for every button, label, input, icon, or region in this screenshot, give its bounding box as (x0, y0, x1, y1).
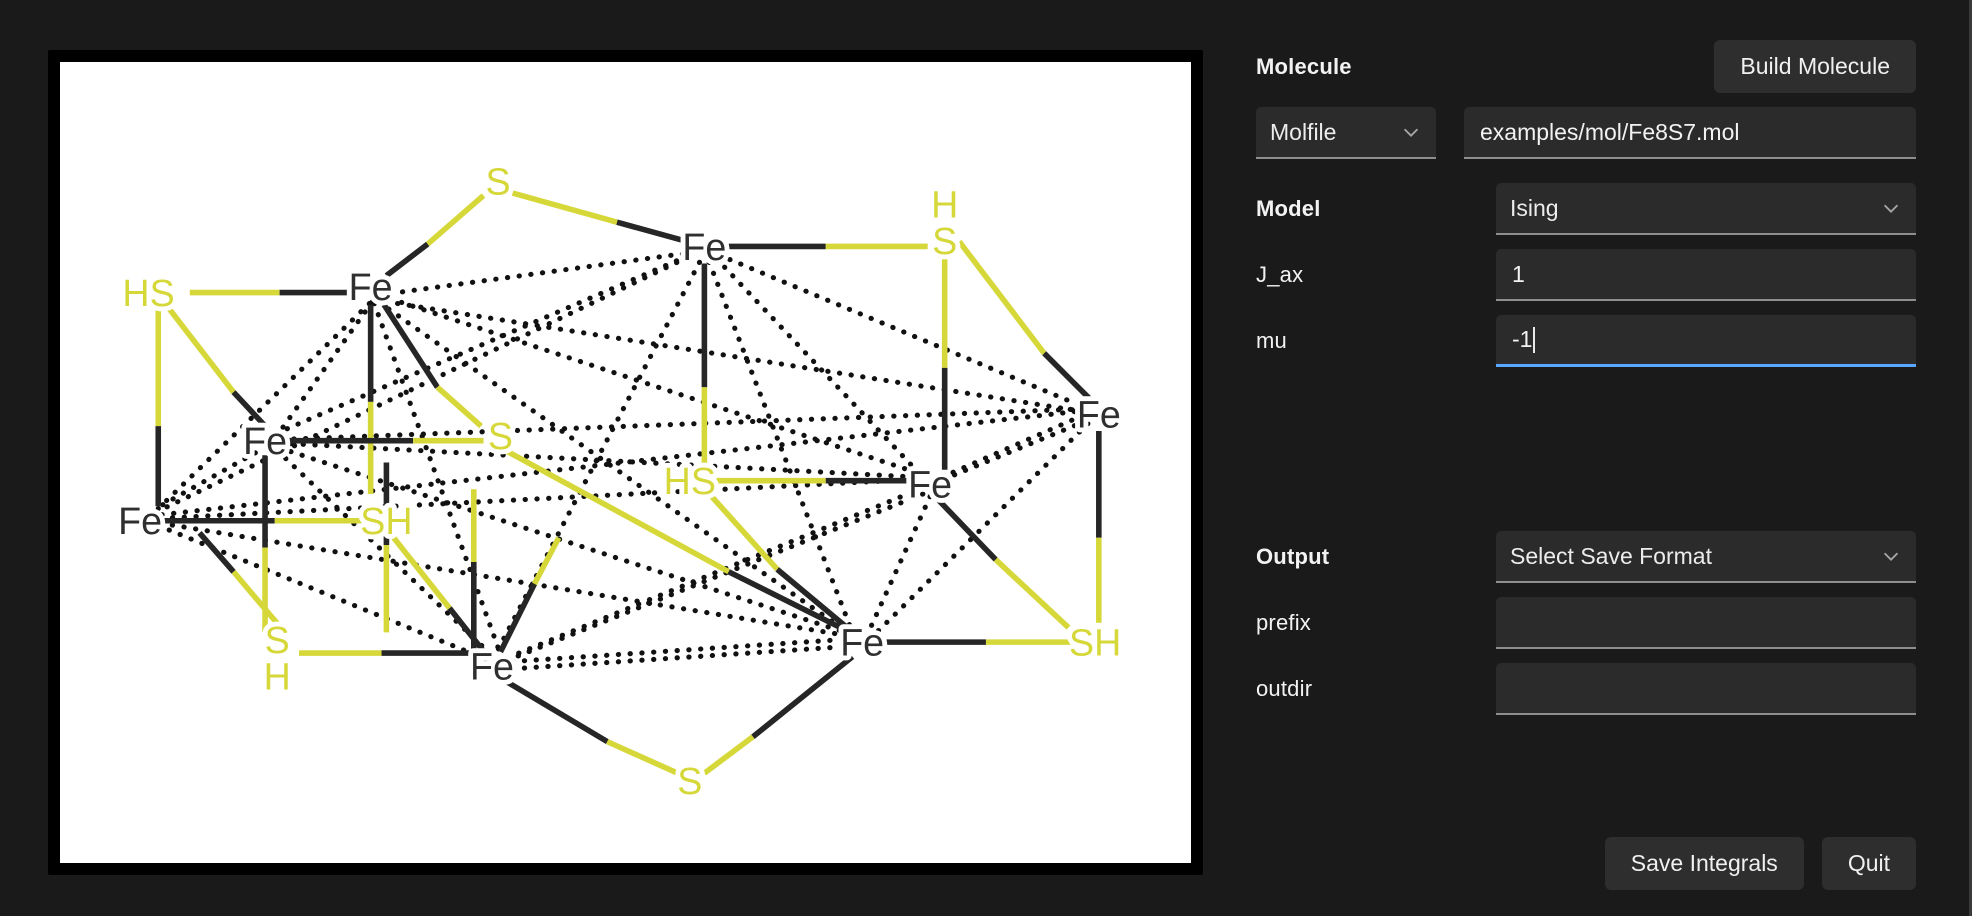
atom-label-sh_botl: H (264, 655, 291, 697)
coupling-edges (153, 251, 1091, 672)
param-input-mu[interactable]: -1 (1496, 315, 1916, 367)
output-section-label: Output (1256, 544, 1330, 569)
atom-label-fe2: Fe (682, 226, 726, 268)
atom-label-fe5: Fe (908, 464, 952, 506)
bond-edges (155, 190, 1102, 776)
model-select-value: Ising (1510, 194, 1559, 221)
model-row: Model Ising (1256, 183, 1916, 235)
output-row-prefix: prefix (1256, 597, 1916, 649)
molecule-path-value: examples/mol/Fe8S7.mol (1480, 118, 1740, 145)
molecule-source-value: Molfile (1270, 118, 1337, 145)
chevron-down-icon (1880, 545, 1902, 567)
param-input-j-ax[interactable]: 1 (1496, 249, 1916, 301)
atom-label-sh_midl: SH (360, 500, 412, 542)
output-input-prefix[interactable] (1496, 597, 1916, 649)
model-select[interactable]: Ising (1496, 183, 1916, 235)
atom-label-s_top: S (486, 160, 511, 202)
atom-label-sh_rightb: SH (1069, 621, 1121, 663)
molecule-section-label: Molecule (1256, 53, 1352, 79)
param-label-j-ax: J_ax (1256, 262, 1304, 287)
text-caret (1533, 326, 1536, 353)
molecule-source-select[interactable]: Molfile (1256, 107, 1436, 159)
molecule-canvas[interactable]: .bS { stroke:#d6d83a; stroke-width:4.6; … (60, 62, 1191, 863)
molecule-canvas-frame: .bS { stroke:#d6d83a; stroke-width:4.6; … (48, 50, 1203, 875)
param-row-mu: mu -1 (1256, 315, 1916, 367)
model-section-label: Model (1256, 196, 1321, 221)
molecule-path-input[interactable]: examples/mol/Fe8S7.mol (1464, 107, 1916, 159)
quit-button[interactable]: Quit (1821, 837, 1916, 890)
output-row: Output Select Save Format (1256, 531, 1916, 583)
atom-label-fe6: Fe (1077, 393, 1121, 435)
action-buttons: Save Integrals Quit (1604, 837, 1916, 890)
atom-label-fe7: Fe (470, 646, 514, 688)
control-panel: Molecule Build Molecule Molfile examples… (1212, 0, 1972, 916)
atom-label-s_bottom: S (677, 760, 702, 802)
atom-label-fe1: Fe (349, 266, 393, 308)
param-label-mu: mu (1256, 328, 1287, 353)
chevron-down-icon (1880, 197, 1902, 219)
atom-label-fe3: Fe (243, 420, 287, 462)
output-row-outdir: outdir (1256, 663, 1916, 715)
atom-label-hs_left: HS (122, 272, 174, 314)
app-window: .bS { stroke:#d6d83a; stroke-width:4.6; … (0, 0, 1972, 916)
save-format-select[interactable]: Select Save Format (1496, 531, 1916, 583)
param-value-mu: -1 (1512, 326, 1533, 352)
molecule-header-row: Molecule Build Molecule (1256, 40, 1916, 93)
molecule-source-row: Molfile examples/mol/Fe8S7.mol (1256, 107, 1916, 159)
chevron-down-icon (1400, 121, 1422, 143)
build-molecule-button[interactable]: Build Molecule (1714, 40, 1916, 93)
atom-label-fe4: Fe (118, 500, 162, 542)
atom-label-fe8: Fe (840, 621, 884, 663)
save-integrals-button[interactable]: Save Integrals (1604, 837, 1804, 890)
atom-label-s_mid: S (488, 415, 513, 457)
atom-label-hs_midr: HS (664, 460, 716, 502)
molecule-canvas-pane: .bS { stroke:#d6d83a; stroke-width:4.6; … (0, 0, 1212, 916)
molecule-diagram: .bS { stroke:#d6d83a; stroke-width:4.6; … (113, 155, 1126, 806)
atom-label-hs_topr: S (932, 220, 957, 262)
output-label-outdir: outdir (1256, 676, 1313, 701)
param-row-j-ax: J_ax 1 (1256, 249, 1916, 301)
param-value-j-ax: 1 (1512, 260, 1525, 287)
save-format-value: Select Save Format (1510, 542, 1712, 569)
output-label-prefix: prefix (1256, 610, 1311, 635)
output-input-outdir[interactable] (1496, 663, 1916, 715)
